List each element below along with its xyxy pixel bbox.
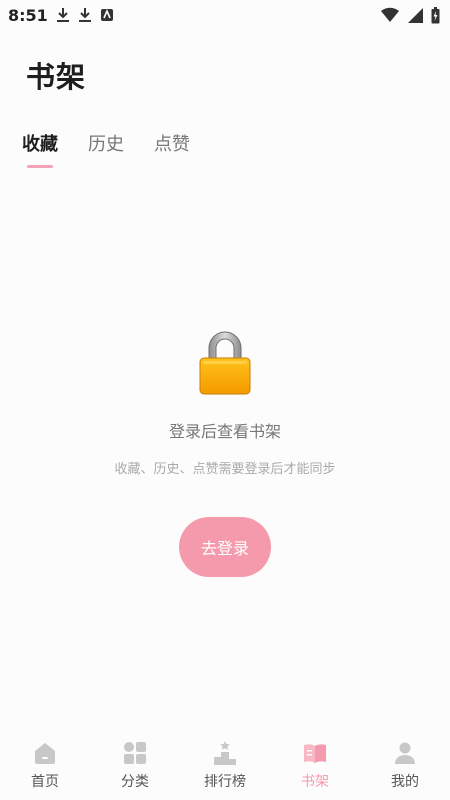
tab-bar: 收藏 历史 点赞 — [22, 130, 190, 168]
nav-item-bookshelf[interactable]: 书架 — [275, 740, 355, 791]
profile-icon — [392, 740, 418, 766]
tab-label: 历史 — [88, 134, 124, 155]
nav-item-ranking[interactable]: 排行榜 — [185, 740, 265, 791]
nav-item-category[interactable]: 分类 — [95, 740, 175, 791]
wifi-icon — [381, 7, 399, 23]
status-time: 8:51 — [8, 5, 48, 25]
lock-icon — [199, 331, 251, 395]
notification-icon — [100, 8, 114, 22]
tab-favorites[interactable]: 收藏 — [22, 130, 58, 168]
empty-state-subtitle: 收藏、历史、点赞需要登录后才能同步 — [114, 462, 336, 477]
tab-label: 收藏 — [22, 134, 58, 155]
battery-icon — [431, 6, 440, 24]
download-icon — [78, 7, 92, 23]
tab-label: 点赞 — [154, 134, 190, 155]
signal-icon — [407, 7, 423, 23]
page-title: 书架 — [26, 60, 87, 94]
nav-item-home[interactable]: 首页 — [5, 740, 85, 791]
tab-indicator — [27, 165, 53, 168]
status-bar: 8:51 — [0, 0, 450, 30]
empty-state: 登录后查看书架 收藏、历史、点赞需要登录后才能同步 去登录 — [0, 330, 450, 577]
download-icon — [56, 7, 70, 23]
tab-likes[interactable]: 点赞 — [154, 130, 190, 168]
category-icon — [122, 740, 148, 766]
bottom-nav: 首页 分类 排行榜 书架 我的 — [0, 730, 450, 800]
nav-label: 排行榜 — [204, 773, 246, 790]
status-left: 8:51 — [8, 6, 114, 25]
ranking-icon — [212, 740, 238, 766]
bookshelf-icon — [302, 740, 328, 766]
empty-state-title: 登录后查看书架 — [168, 422, 281, 441]
nav-label: 分类 — [121, 773, 149, 790]
nav-label: 我的 — [391, 773, 419, 790]
status-right — [381, 6, 440, 24]
login-button[interactable]: 去登录 — [179, 517, 271, 577]
nav-item-profile[interactable]: 我的 — [365, 740, 445, 791]
nav-label: 书架 — [301, 773, 329, 790]
home-icon — [32, 740, 58, 766]
nav-label: 首页 — [31, 773, 59, 790]
tab-history[interactable]: 历史 — [88, 130, 124, 168]
